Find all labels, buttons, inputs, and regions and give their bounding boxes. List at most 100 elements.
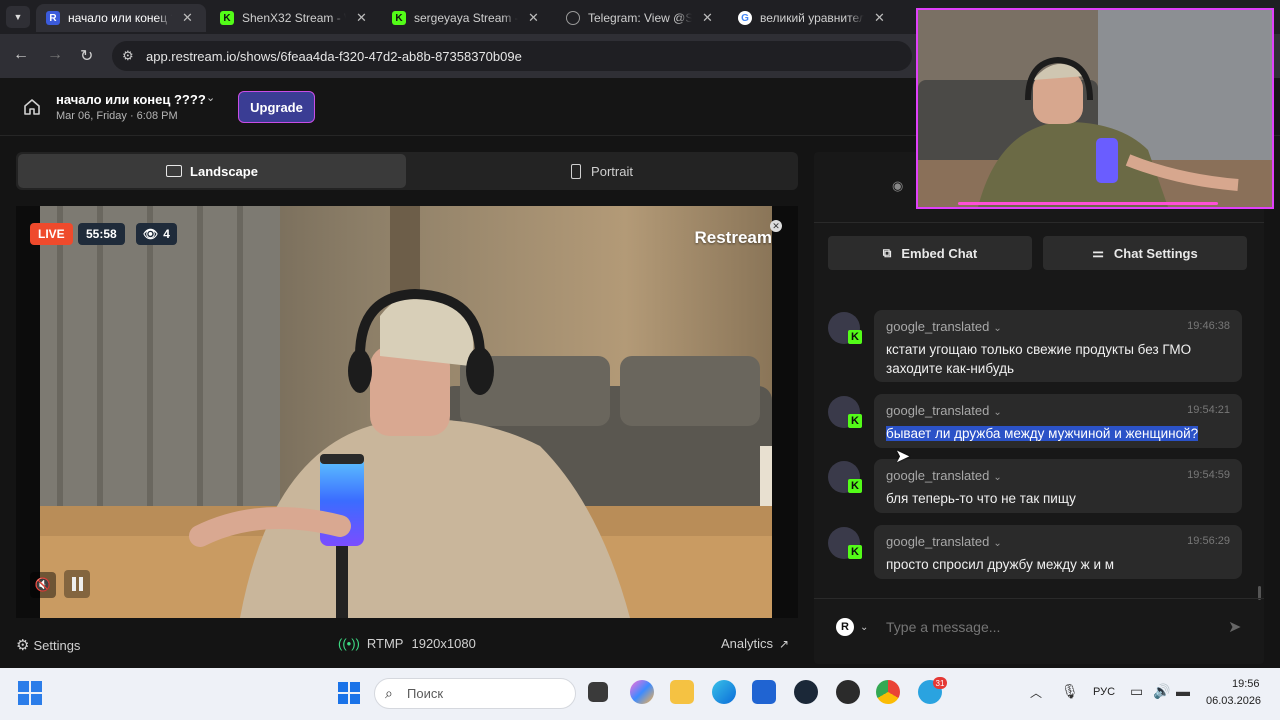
network-icon[interactable]: ▭: [1130, 683, 1143, 700]
chevron-down-icon[interactable]: ⌄: [993, 472, 1001, 483]
battery-icon[interactable]: ▬: [1176, 683, 1190, 699]
browser-tab-restream[interactable]: R начало или конец ??? ✕: [36, 4, 206, 32]
rtmp-label: RTMP: [366, 636, 404, 651]
live-label: LIVE: [38, 227, 65, 241]
landscape-toggle-button[interactable]: Landscape: [18, 154, 406, 188]
file-explorer-icon[interactable]: [670, 680, 694, 704]
volume-icon[interactable]: 🔊: [1153, 683, 1170, 700]
store-icon[interactable]: [752, 680, 776, 704]
app-icon[interactable]: [836, 680, 860, 704]
tab-title: ShenX32 Stream - Wa: [242, 11, 346, 25]
message-username[interactable]: google_translated: [886, 319, 989, 334]
close-tab-icon[interactable]: ✕: [182, 10, 193, 26]
tab-list-button[interactable]: ▼: [6, 6, 30, 28]
task-view-icon[interactable]: [588, 682, 608, 702]
close-tab-icon[interactable]: ✕: [874, 10, 885, 26]
chat-divider: [814, 598, 1264, 599]
close-tab-icon[interactable]: ✕: [528, 10, 539, 26]
restream-favicon-icon: R: [46, 11, 60, 25]
message-username[interactable]: google_translated: [886, 468, 989, 483]
notification-badge: 31: [933, 677, 947, 689]
show-date: Mar 06, Friday · 6:08 PM: [56, 110, 178, 122]
browser-tab-shenx32[interactable]: K ShenX32 Stream - Wa ✕: [210, 4, 380, 32]
microphone-icon[interactable]: 🎙: [1061, 683, 1079, 700]
chat-settings-label: Chat Settings: [1113, 245, 1198, 261]
reload-icon[interactable]: ↻: [80, 46, 93, 66]
landscape-label: Landscape: [190, 163, 258, 179]
chrome-icon[interactable]: [876, 680, 900, 704]
start-button[interactable]: [338, 682, 360, 704]
chevron-down-icon[interactable]: ⌄: [206, 91, 215, 104]
mute-button[interactable]: 🔇: [30, 572, 56, 598]
analytics-link[interactable]: Analytics ↗: [721, 636, 789, 651]
chevron-down-icon[interactable]: ⌄: [993, 407, 1001, 418]
close-tab-icon[interactable]: ✕: [702, 10, 713, 26]
browser-tab-sergeyaya[interactable]: K sergeyaya Stream - W ✕: [382, 4, 552, 32]
show-title[interactable]: начало или конец ????: [56, 92, 206, 107]
chevron-down-icon[interactable]: ⌄: [993, 538, 1001, 549]
copilot-icon[interactable]: [630, 680, 654, 704]
message-bubble[interactable]: google_translated ⌄ 19:54:59 бля теперь-т…: [874, 459, 1242, 513]
streamer-scene: [40, 206, 772, 618]
chevron-down-icon: ▼: [13, 12, 23, 22]
chat-divider: [814, 222, 1264, 223]
account-selector[interactable]: R ⌄: [836, 618, 868, 636]
message-bubble[interactable]: google_translated ⌄ 19:46:38 кстати угоща…: [874, 310, 1242, 382]
embed-chat-button[interactable]: ⧉ Embed Chat: [828, 236, 1032, 270]
browser-tab-telegram[interactable]: Telegram: View @She ✕: [556, 4, 726, 32]
address-bar[interactable]: ⚙ app.restream.io/shows/6feaa4da-f320-47…: [112, 41, 912, 71]
chat-message-input[interactable]: [886, 614, 1216, 640]
home-icon[interactable]: [22, 97, 42, 117]
viewers-count: 4: [163, 227, 170, 241]
widgets-icon[interactable]: [18, 681, 42, 705]
analytics-label: Analytics: [721, 636, 774, 651]
viewers-badge: 👁 4: [136, 223, 177, 245]
message-bubble[interactable]: google_translated ⌄ 19:56:29 просто спрос…: [874, 525, 1242, 579]
close-tab-icon[interactable]: ✕: [356, 10, 367, 26]
message-text: бывает ли дружба между мужчиной и женщин…: [886, 424, 1230, 443]
clock-time[interactable]: 19:56: [1232, 678, 1260, 690]
upgrade-button[interactable]: Upgrade: [238, 91, 315, 123]
chevron-down-icon[interactable]: ⌄: [993, 323, 1001, 334]
language-indicator[interactable]: РУС: [1093, 686, 1115, 698]
forward-icon[interactable]: →: [47, 46, 63, 64]
gear-icon: ⚙: [16, 637, 30, 654]
chevron-up-icon[interactable]: ︿: [1030, 684, 1042, 701]
video-preview[interactable]: LIVE 55:58 👁 4 Restream ✕ 🔇: [16, 206, 798, 618]
settings-button[interactable]: ⚙ Settings: [16, 636, 80, 654]
speaker-muted-icon: 🔇: [34, 577, 52, 592]
message-text: кстати угощаю только свежие продукты без…: [886, 342, 1192, 376]
message-time: 19:54:21: [1187, 404, 1230, 416]
taskbar-search[interactable]: ⌕ Поиск: [374, 678, 576, 709]
message-text: просто спросил дружбу между ж и м: [886, 557, 1115, 572]
windows-taskbar: ⌕ Поиск 31 ︿ 🎙 РУС ▭ 🔊 ▬ 19:56 06.03.202…: [0, 668, 1280, 720]
webcam-feed-image: [918, 10, 1272, 207]
edge-icon[interactable]: [712, 680, 736, 704]
message-bubble[interactable]: google_translated ⌄ 19:54:21 бывает ли др…: [874, 394, 1242, 448]
webcam-progress-bar: [958, 202, 1218, 205]
chat-settings-button[interactable]: ⚌ Chat Settings: [1043, 236, 1247, 270]
close-overlay-icon[interactable]: ✕: [770, 220, 782, 232]
portrait-label: Portrait: [591, 163, 633, 179]
kick-favicon-icon: K: [392, 11, 406, 25]
steam-icon[interactable]: [794, 680, 818, 704]
restream-account-icon: R: [836, 618, 854, 636]
send-icon[interactable]: ➤: [1228, 617, 1241, 637]
resolution-value: 1920x1080: [411, 636, 476, 651]
restream-watermark: Restream: [694, 228, 773, 247]
search-placeholder: Поиск: [407, 686, 444, 701]
browser-tab-google[interactable]: G великий уравнитель ✕: [728, 4, 898, 32]
site-info-icon[interactable]: ⚙: [122, 48, 134, 64]
message-username[interactable]: google_translated: [886, 403, 989, 418]
webcam-overlay[interactable]: [916, 8, 1274, 209]
message-time: 19:54:59: [1187, 469, 1230, 481]
phone-icon: [571, 163, 582, 179]
message-username[interactable]: google_translated: [886, 534, 989, 549]
clock-date[interactable]: 06.03.2026: [1206, 695, 1261, 707]
portrait-toggle-button[interactable]: Portrait: [408, 154, 796, 188]
embed-icon: ⧉: [882, 245, 892, 260]
mouse-cursor-icon: ➤: [895, 446, 911, 466]
back-icon[interactable]: ←: [13, 46, 29, 64]
pause-button[interactable]: [64, 570, 90, 598]
tab-title: великий уравнитель: [760, 11, 864, 25]
